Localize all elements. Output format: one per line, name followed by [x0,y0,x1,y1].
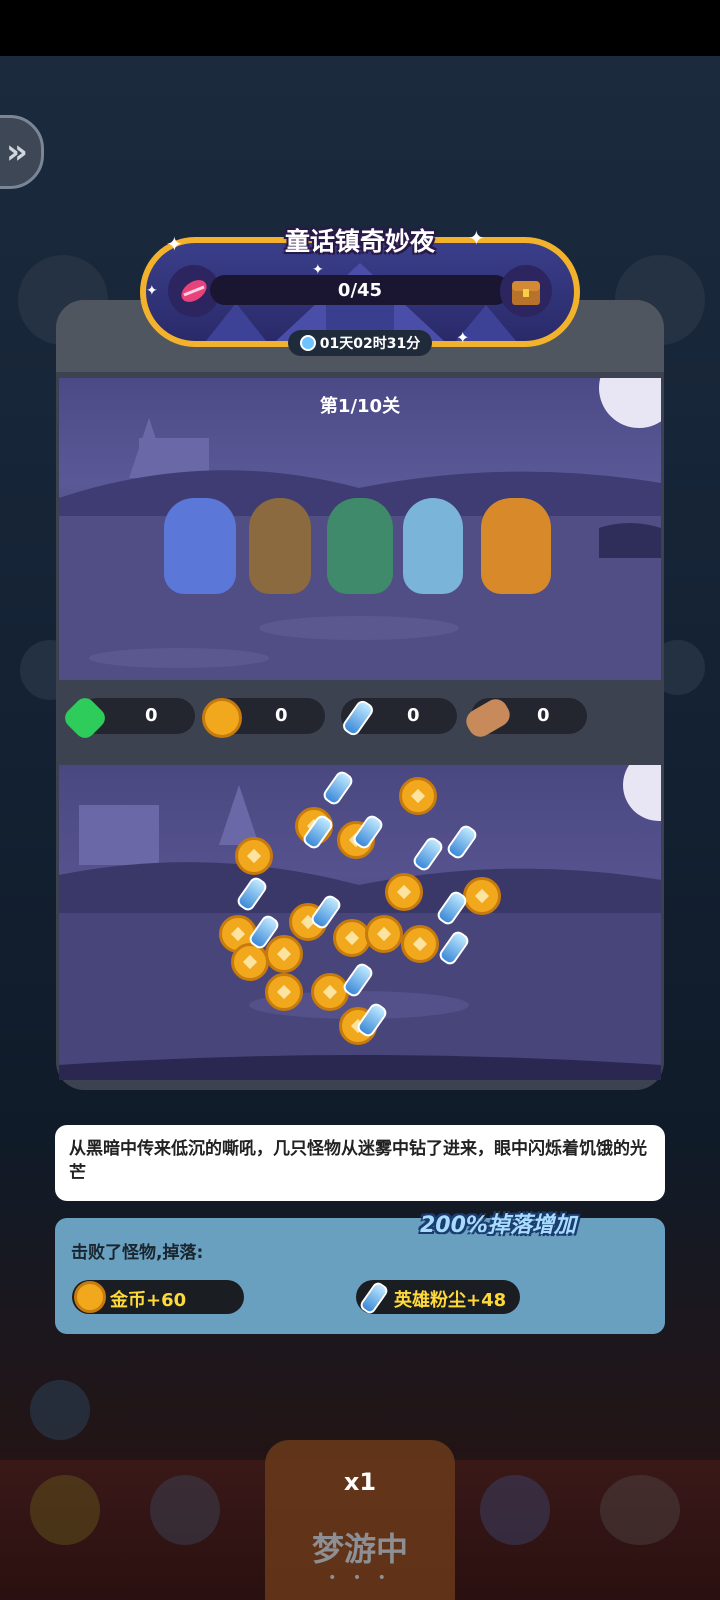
hero-dust-icon [358,1280,390,1316]
event-timer: 01天02时31分 [288,330,432,356]
reward-item-coin: 金币+60 [72,1280,244,1314]
treasure-chest-icon [512,281,540,305]
coin-drop [463,877,501,915]
event-progress-bar: 0/45 [210,275,510,305]
treasure-chest-button[interactable] [500,265,552,317]
more-dots: • • • [328,1570,392,1586]
reward-item-label: 金币+60 [110,1290,187,1311]
coin-drop [311,973,349,1011]
speed-multiplier[interactable]: x1 [0,1468,720,1496]
hero-monkey-king [481,498,551,594]
loot-drop-scene [59,765,661,1080]
coin-drop [231,943,269,981]
coin-drop [401,925,439,963]
event-title: 童话镇奇妙夜 [284,227,435,256]
drop-bonus-label: 200%掉落增加 [420,1213,576,1238]
hero-genie [164,498,236,594]
double-chevron-icon: » [6,132,28,172]
story-text: 从黑暗中传来低沉的嘶吼，几只怪物从迷雾中钻了进来，眼中闪烁着饥饿的光芒 [69,1139,647,1183]
sparkle-icon: ✦ [146,283,158,299]
stage-label: 第1/10关 [319,396,401,417]
reward-item-hero-dust: 英雄粉尘+48 [356,1280,520,1316]
hero-dust-icon [338,698,378,738]
story-text-box: 从黑暗中传来低沉的嘶吼，几只怪物从迷雾中钻了进来，眼中闪烁着饥饿的光芒 [55,1125,665,1201]
event-timer-text: 01天02时31分 [319,336,421,352]
background-lobby-icon [30,1380,90,1440]
sparkle-icon: ✦ [468,226,485,250]
sparkle-icon: ✦ [312,262,324,278]
battle-scene: 第1/10关 [59,378,661,680]
coin-icon [202,698,242,738]
event-progress-text: 0/45 [337,279,383,301]
coin-icon [74,1281,106,1313]
reward-title: 击败了怪物,掉落: [71,1243,204,1263]
sparkle-icon: ✦ [456,328,470,347]
clock-icon [299,335,316,351]
reward-item-label: 英雄粉尘+48 [394,1290,507,1311]
coin-drop [385,873,423,911]
sparkle-icon: ✦ [166,232,183,256]
dream-status-label: 梦游中 [311,1530,408,1568]
hero-pirate [249,498,311,594]
coin-drop [235,837,273,875]
hero-cinderella [403,498,463,594]
hero-harpy [327,498,393,594]
coin-drop [265,973,303,1011]
status-bar [0,0,720,56]
coin-drop [399,777,437,815]
coin-drop [265,935,303,973]
coin-drop [365,915,403,953]
